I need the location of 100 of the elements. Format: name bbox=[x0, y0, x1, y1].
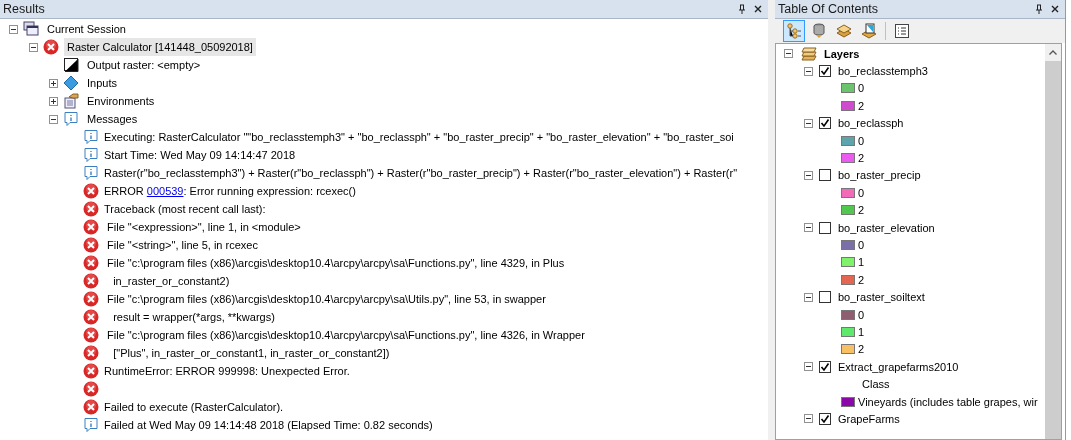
collapse-toggle[interactable] bbox=[804, 118, 813, 128]
error-icon bbox=[83, 219, 99, 235]
collapse-toggle[interactable] bbox=[784, 49, 793, 59]
layer-name[interactable]: bo_reclassph bbox=[838, 117, 904, 130]
pin-icon[interactable] bbox=[1035, 4, 1043, 14]
error-icon bbox=[83, 363, 99, 379]
panel-title: Table Of Contents bbox=[778, 2, 879, 16]
error-icon bbox=[83, 309, 99, 325]
legend-label: 2 bbox=[858, 273, 865, 286]
collapse-toggle[interactable] bbox=[48, 114, 58, 124]
expand-toggle[interactable] bbox=[48, 96, 58, 106]
info-icon bbox=[83, 147, 99, 163]
tree-node[interactable]: Raster Calculator [141448_05092018] bbox=[64, 38, 256, 56]
tree-node[interactable]: Output raster: <empty> bbox=[84, 56, 204, 74]
close-icon[interactable] bbox=[1051, 5, 1059, 13]
plus-icon bbox=[49, 79, 57, 87]
pin-icon[interactable] bbox=[738, 4, 746, 14]
layer-name[interactable]: GrapeFarms bbox=[838, 412, 900, 425]
error-code-link[interactable]: 000539 bbox=[146, 185, 184, 197]
layer-checkbox[interactable] bbox=[819, 65, 831, 78]
layer-checkbox[interactable] bbox=[819, 360, 831, 373]
layer-name[interactable]: bo_raster_soiltext bbox=[838, 291, 925, 304]
legend-label: 0 bbox=[858, 82, 865, 95]
error-icon bbox=[83, 273, 99, 289]
message-text: File "c:\program files (x86)\arcgis\desktop10.4\arcpy\arcpy\sa\Utils.py", line 53, in swapper bbox=[106, 293, 546, 305]
database-icon bbox=[811, 23, 827, 39]
message-text: File "<expression>", line 1, in <module> bbox=[106, 221, 301, 233]
scrollbar[interactable] bbox=[1045, 44, 1061, 439]
legend-label: 0 bbox=[858, 186, 865, 199]
diamond-icon bbox=[63, 75, 79, 91]
layer-checkbox[interactable] bbox=[819, 291, 831, 304]
close-icon[interactable] bbox=[754, 5, 762, 13]
message-text: RuntimeError: ERROR 999998: Unexpected Error. bbox=[104, 365, 350, 377]
toolbar-button[interactable] bbox=[783, 20, 805, 42]
chevron-up-icon[interactable] bbox=[1049, 50, 1057, 55]
document-hand-icon bbox=[63, 93, 79, 109]
error-icon bbox=[83, 381, 99, 397]
layer-checkbox[interactable] bbox=[819, 412, 831, 425]
layers-icon bbox=[836, 23, 852, 39]
message-text: in_raster_or_constant2) bbox=[112, 275, 230, 287]
message-text: Failed to execute (RasterCalculator). bbox=[104, 401, 284, 413]
legend-label: 0 bbox=[858, 308, 865, 321]
tree-node[interactable]: Current Session bbox=[44, 20, 129, 38]
panel-title: Results bbox=[3, 2, 45, 16]
legend-label: 1 bbox=[858, 325, 865, 338]
tree-node[interactable]: Environments bbox=[84, 92, 158, 110]
message-text: File "c:\program files (x86)\arcgis\desktop10.4\arcpy\arcpy\sa\Functions.py", line 4326, in Wrapper bbox=[106, 329, 585, 341]
error-icon bbox=[83, 183, 99, 199]
message-text: result = wrapper(*args, **kwargs) bbox=[112, 311, 275, 323]
layer-name[interactable]: bo_raster_elevation bbox=[838, 221, 935, 234]
layer-name[interactable]: bo_reclasstemph3 bbox=[838, 65, 928, 78]
layer-checkbox[interactable] bbox=[819, 221, 831, 234]
message-text: Traceback (most recent call last): bbox=[104, 203, 266, 215]
legend-label: 1 bbox=[858, 256, 865, 269]
layers-icon bbox=[801, 46, 817, 61]
message-text: File "c:\program files (x86)\arcgis\desktop10.4\arcpy\arcpy\sa\Functions.py", line 4329, in Plus bbox=[106, 257, 565, 269]
collapse-toggle[interactable] bbox=[804, 362, 813, 372]
collapse-toggle[interactable] bbox=[28, 42, 38, 52]
collapse-toggle[interactable] bbox=[804, 414, 813, 424]
collapse-toggle[interactable] bbox=[804, 223, 813, 233]
layer-name[interactable]: Extract_grapefarms2010 bbox=[838, 360, 959, 373]
layer-name[interactable]: bo_raster_precip bbox=[838, 169, 921, 182]
expand-toggle[interactable] bbox=[48, 78, 58, 88]
error-icon bbox=[83, 345, 99, 361]
info-icon bbox=[83, 129, 99, 145]
list-tree-icon bbox=[786, 23, 802, 39]
list-options-icon bbox=[894, 23, 910, 39]
info-icon bbox=[63, 111, 79, 127]
legend-label: 2 bbox=[858, 99, 865, 112]
error-icon bbox=[83, 291, 99, 307]
info-icon bbox=[83, 417, 99, 433]
error-icon bbox=[83, 399, 99, 415]
message-text: Failed at Wed May 09 14:14:48 2018 (Elapsed Time: 0.82 seconds) bbox=[104, 419, 433, 431]
plus-icon bbox=[49, 97, 57, 105]
collapse-toggle[interactable] bbox=[804, 292, 813, 302]
layer-checkbox[interactable] bbox=[819, 169, 831, 182]
message-text: Raster(r"bo_reclasstemph3") + Raster(r"bo_reclassph") + Raster(r"bo_raster_precip") + Raster(r"bo_raster_elevation") + Raster(r" bbox=[104, 167, 738, 179]
layer-checkbox[interactable] bbox=[819, 117, 831, 130]
tree-node[interactable]: Messages bbox=[84, 110, 141, 128]
legend-label: 2 bbox=[858, 152, 865, 165]
layer-group-label[interactable]: Layers bbox=[824, 47, 860, 60]
collapse-toggle[interactable] bbox=[804, 170, 813, 180]
legend-label: 2 bbox=[858, 204, 865, 217]
legend-label: Vineyards (includes table grapes, wir bbox=[858, 395, 1038, 408]
message-text: File "<string>", line 5, in rcexec bbox=[106, 239, 258, 251]
windows-stack-icon bbox=[23, 21, 39, 37]
collapse-toggle[interactable] bbox=[804, 66, 813, 76]
error-icon bbox=[83, 327, 99, 343]
collapse-toggle[interactable] bbox=[8, 24, 18, 34]
message-text: ERROR 000539: Error running expression: rcexec() bbox=[104, 185, 356, 197]
info-icon bbox=[83, 165, 99, 181]
tree-node[interactable]: Inputs bbox=[84, 74, 120, 92]
message-text: Executing: RasterCalculator ""bo_reclasstemph3" + "bo_reclassph" + "bo_raster_precip" + "bo_raster_elevation" + "bo_raster_soi bbox=[104, 131, 734, 143]
message-text: ["Plus", in_raster_or_constant1, in_raster_or_constant2]) bbox=[112, 347, 390, 359]
layer-selection-icon bbox=[861, 23, 877, 39]
error-icon bbox=[83, 201, 99, 217]
square-icon bbox=[63, 57, 79, 73]
message-text: Start Time: Wed May 09 14:14:47 2018 bbox=[104, 149, 296, 161]
legend-heading: Class bbox=[862, 378, 890, 391]
error-icon bbox=[83, 255, 99, 271]
